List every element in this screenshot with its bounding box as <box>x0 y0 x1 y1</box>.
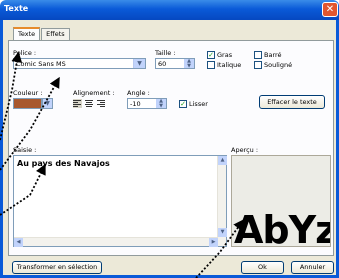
scroll-right-icon[interactable]: ▶ <box>209 238 218 247</box>
scroll-up-icon[interactable]: ▲ <box>218 156 227 165</box>
color-dropdown-icon[interactable]: ▼ <box>42 98 53 109</box>
font-select[interactable]: Comic Sans MS ▼ <box>13 58 146 69</box>
dialog-body: Texte Effets Police : Comic Sans MS ▼ Ta… <box>0 20 339 278</box>
scroll-down-icon[interactable]: ▼ <box>218 228 227 237</box>
ok-button[interactable]: Ok <box>241 261 284 274</box>
text-input-value: Au pays des Navajos <box>17 159 110 168</box>
title-bar: Texte ✕ <box>0 0 339 20</box>
align-left-icon[interactable] <box>73 99 82 108</box>
size-label: Taille : <box>155 49 176 57</box>
size-value: 60 <box>158 60 167 68</box>
scroll-left-icon[interactable]: ◀ <box>14 238 23 247</box>
alignment-label: Alignement : <box>73 89 115 97</box>
checkbox-box <box>254 61 262 69</box>
preview-label: Aperçu : <box>231 146 259 154</box>
chevron-down-icon[interactable]: ▼ <box>133 59 145 68</box>
size-stepper[interactable]: 60 ▲ ▼ <box>155 58 195 69</box>
underline-label: Souligné <box>264 61 293 69</box>
tab-panel: Police : Comic Sans MS ▼ Taille : 60 ▲ ▼ … <box>8 40 334 256</box>
text-input[interactable]: Au pays des Navajos ▲ ▼ ◀ ▶ <box>13 155 227 247</box>
checkbox-box <box>254 51 262 59</box>
tab-strip: Texte Effets <box>13 27 70 40</box>
strikethrough-checkbox[interactable]: Barré <box>254 51 282 59</box>
angle-label: Angle : <box>127 89 150 97</box>
font-label: Police : <box>13 49 37 57</box>
angle-value: -10 <box>130 100 141 108</box>
italic-checkbox[interactable]: Italique <box>207 61 241 69</box>
window-title: Texte <box>4 4 29 13</box>
smooth-label: Lisser <box>189 100 208 108</box>
spin-arrows-icon[interactable]: ▲ ▼ <box>184 59 194 69</box>
checkbox-box <box>207 61 215 69</box>
transform-selection-button[interactable]: Transformer en sélection <box>12 261 102 274</box>
bold-label: Gras <box>217 51 233 59</box>
underline-checkbox[interactable]: Souligné <box>254 61 292 69</box>
font-value: Comic Sans MS <box>16 60 66 68</box>
clear-text-button[interactable]: Effacer le texte <box>259 95 325 109</box>
preview-pane: AbYz <box>231 155 331 247</box>
align-center-icon[interactable] <box>85 99 94 108</box>
smooth-checkbox[interactable]: ✓ Lisser <box>179 100 208 108</box>
check-icon: ✓ <box>179 100 187 108</box>
cancel-button[interactable]: Annuler <box>291 261 334 274</box>
vertical-scrollbar[interactable]: ▲ ▼ <box>217 156 227 246</box>
tab-effets[interactable]: Effets <box>41 28 70 40</box>
close-icon[interactable]: ✕ <box>322 2 338 17</box>
input-label: Saisie : <box>13 146 37 154</box>
check-icon: ✓ <box>207 51 215 59</box>
strikethrough-label: Barré <box>264 51 282 59</box>
angle-stepper[interactable]: -10 ▲ ▼ <box>127 98 167 109</box>
horizontal-scrollbar[interactable]: ◀ ▶ <box>14 237 218 247</box>
color-label: Couleur : <box>13 89 43 97</box>
italic-label: Italique <box>217 61 242 69</box>
bold-checkbox[interactable]: ✓ Gras <box>207 51 232 59</box>
align-right-icon[interactable] <box>97 99 106 108</box>
preview-text: AbYz <box>234 208 331 247</box>
color-swatch[interactable] <box>13 98 42 109</box>
tab-texte[interactable]: Texte <box>13 27 41 40</box>
spin-arrows-icon[interactable]: ▲ ▼ <box>156 99 166 109</box>
